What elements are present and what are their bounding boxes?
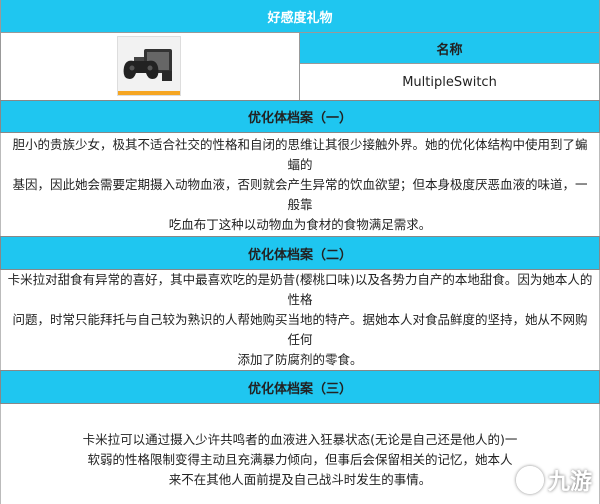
watermark: 九游 bbox=[515, 464, 592, 496]
profile-text-line: 问题，时常只能拜托与自己较为熟识的人帮她购买当地的特产。据她本人对食品鲜度的坚持… bbox=[12, 312, 588, 347]
profile-text-line: 软弱的性格限制变得主动且充满暴力倾向，但事后会保留相关的记忆，她本人 bbox=[87, 452, 513, 467]
profile-section-title-3: 优化体档案（三） bbox=[0, 370, 600, 404]
name-header: 名称 bbox=[300, 33, 599, 64]
profile-text-line: 来不在其他人面前提及自己战斗时发生的事情。 bbox=[168, 472, 432, 487]
profile-text-line: 基因，因此她会需要定期摄入动物血液，否则就会产生异常的饮血欲望；但本身极度厌恶血… bbox=[12, 176, 588, 212]
profile-text-line: 吃血布丁这种以动物血为食材的食物满足需求。 bbox=[168, 216, 432, 232]
gift-item-row: 名称 MultipleSwitch bbox=[0, 33, 600, 100]
watermark-text: 九游 bbox=[547, 470, 592, 495]
profile-section-title-1: 优化体档案（一） bbox=[0, 100, 600, 133]
jiuyou-logo-icon bbox=[515, 466, 544, 494]
game-controller-icon bbox=[117, 36, 181, 96]
profile-text-line: 卡米拉可以通过摄入少许共鸣者的血液进入狂暴状态(无论是自己还是他人的)一 bbox=[82, 432, 518, 447]
gift-table: 好感度礼物 名称 MultipleSwitch 优化体档案（一） 胆小的贵族少女… bbox=[0, 0, 600, 504]
profile-section-title-2: 优化体档案（二） bbox=[0, 236, 600, 270]
profile-section-body-3: 卡米拉可以通过摄入少许共鸣者的血液进入狂暴状态(无论是自己还是他人的)一 软弱的… bbox=[0, 404, 600, 504]
gift-image-cell bbox=[1, 33, 300, 100]
profile-section-body-1: 胆小的贵族少女，极其不适合社交的性格和自闭的思维让其很少接触外界。她的优化体结构… bbox=[0, 133, 600, 236]
profile-text-line: 胆小的贵族少女，极其不适合社交的性格和自闭的思维让其很少接触外界。她的优化体结构… bbox=[12, 136, 588, 172]
gift-header: 好感度礼物 bbox=[0, 0, 600, 33]
gift-name: MultipleSwitch bbox=[402, 74, 497, 90]
profile-text-line: 卡米拉对甜食有异常的喜好，其中最喜欢吃的是奶昔(樱桃口味)以及各势力自产的本地甜… bbox=[7, 272, 593, 307]
profile-text-line: 添加了防腐剂的零食。 bbox=[237, 352, 363, 367]
profile-section-body-2: 卡米拉对甜食有异常的喜好，其中最喜欢吃的是奶昔(樱桃口味)以及各势力自产的本地甜… bbox=[0, 270, 600, 370]
